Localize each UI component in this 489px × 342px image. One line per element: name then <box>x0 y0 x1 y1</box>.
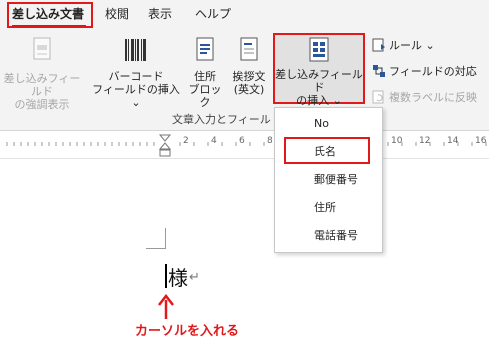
document-text[interactable]: 様 <box>168 262 188 291</box>
greeting-label-line2: (英文) <box>233 83 265 96</box>
paragraph-mark: ↵ <box>189 270 200 285</box>
match-fields-icon <box>373 65 385 77</box>
rules-label: ルール ⌄ <box>389 39 435 52</box>
ruler-number: 8 <box>267 136 273 146</box>
insert-barcode-field-button[interactable]: バーコード フィールドの挿入 ⌄ <box>88 36 184 109</box>
ruler-number: 4 <box>211 136 217 146</box>
insert-merge-field-label-line2: の挿入 ⌄ <box>296 94 342 107</box>
merge-field-dropdown: No 氏名 郵便番号 住所 電話番号 <box>274 107 383 253</box>
tab-help[interactable]: ヘルプ <box>195 5 231 22</box>
dropdown-item-address[interactable]: 住所 <box>275 195 382 221</box>
tab-review[interactable]: 校閲 <box>105 5 129 22</box>
greeting-label-line1: 挨拶文 <box>232 70 266 83</box>
ruler-number: 10 <box>391 136 403 146</box>
dropdown-item-phone[interactable]: 電話番号 <box>275 223 382 249</box>
annotation-up-arrow-icon <box>158 294 174 319</box>
margin-corner-mark <box>146 248 166 249</box>
ruler-number: 6 <box>239 136 245 146</box>
dropdown-item-label: 電話番号 <box>314 229 358 242</box>
rules-button[interactable]: ルール ⌄ <box>372 37 435 53</box>
dropdown-item-no[interactable]: No <box>275 111 382 137</box>
barcode-icon <box>125 39 146 61</box>
address-block-label-line2: ブロック <box>188 83 222 109</box>
ruler-number: 2 <box>183 136 189 146</box>
dropdown-item-highlight-box <box>284 137 370 164</box>
update-labels-button[interactable]: 複数ラベルに反映 <box>372 89 477 105</box>
annotation-label: カーソルを入れる <box>135 324 240 339</box>
highlight-label-line1: 差し込みフィールド <box>3 72 81 98</box>
tab-highlight-box <box>7 2 93 28</box>
rules-icon <box>372 38 385 52</box>
insert-merge-field-label-line1: 差し込みフィールド <box>275 68 363 94</box>
tab-view[interactable]: 表示 <box>148 5 172 22</box>
ruler-number: 12 <box>419 136 431 146</box>
greeting-line-icon <box>240 37 258 61</box>
barcode-label-line1: バーコード <box>108 70 164 83</box>
margin-corner-mark <box>165 228 166 249</box>
address-block-button[interactable]: 住所 ブロック <box>186 36 224 109</box>
ribbon-group-label: 文章入力とフィールド <box>172 113 282 126</box>
update-labels-label: 複数ラベルに反映 <box>389 91 477 104</box>
dropdown-item-label: 住所 <box>314 201 336 214</box>
ruler-number: 16 <box>475 136 487 146</box>
address-block-label-line1: 住所 <box>194 70 216 83</box>
match-fields-button[interactable]: フィールドの対応 <box>372 63 477 79</box>
match-fields-label: フィールドの対応 <box>389 65 477 78</box>
barcode-label-line2: フィールドの挿入 ⌄ <box>92 83 180 109</box>
dropdown-item-postal-code[interactable]: 郵便番号 <box>275 167 382 193</box>
ruler-number: 14 <box>447 136 459 146</box>
dropdown-item-label: No <box>314 117 329 130</box>
greeting-line-button[interactable]: 挨拶文 (英文) <box>228 36 270 96</box>
highlight-label-line2: の強調表示 <box>14 98 70 111</box>
update-labels-icon <box>372 90 384 104</box>
horizontal-ruler[interactable]: 2 4 6 8 10 12 14 16 <box>0 133 489 159</box>
highlight-fields-icon <box>33 37 51 60</box>
insert-merge-field-button[interactable]: 差し込みフィールド の挿入 ⌄ <box>273 36 365 107</box>
dropdown-item-label: 郵便番号 <box>314 173 358 186</box>
text-cursor <box>165 264 167 288</box>
insert-merge-field-icon <box>309 37 329 62</box>
address-block-icon <box>196 37 214 61</box>
highlight-merge-fields-button[interactable]: 差し込みフィールド の強調表示 <box>2 36 82 111</box>
